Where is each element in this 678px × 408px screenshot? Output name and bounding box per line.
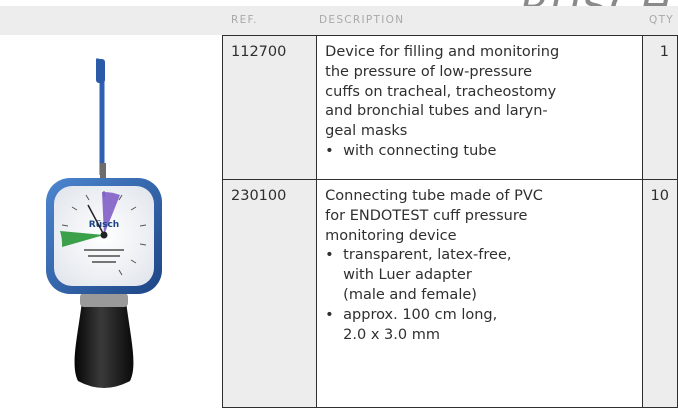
- header-qty: QTY: [649, 14, 674, 26]
- bullet-item: • approx. 100 cm long, 2.0 x 3.0 mm: [325, 306, 633, 346]
- bullet-item: • transparent, latex-free, with Luer ada…: [325, 246, 633, 305]
- description-line: geal masks: [325, 123, 408, 140]
- description-line: for ENDOTEST cuff pressure: [325, 207, 528, 224]
- bullet-dot-icon: •: [325, 306, 334, 323]
- table-row: 230100 Connecting tube made of PVC for E…: [221, 179, 678, 408]
- description-line: Connecting tube made of PVC: [325, 188, 543, 204]
- description-line: Device for filling and monitoring: [325, 44, 560, 60]
- description-cell: Device for filling and monitoring the pr…: [316, 35, 643, 180]
- bullet-dot-icon: •: [325, 247, 334, 264]
- bulb-handle: [74, 301, 134, 388]
- bullet-line: with Luer adapter: [343, 267, 472, 284]
- bullet-line: transparent, latex-free,: [343, 247, 512, 264]
- description-line: cuffs on tracheal, tracheostomy: [325, 83, 557, 100]
- bullet-line: with connecting tube: [343, 142, 497, 159]
- table-row: 112700 Device for filling and monitoring…: [221, 35, 678, 180]
- description-cell: Connecting tube made of PVC for ENDOTEST…: [316, 179, 643, 408]
- ref-cell: 112700: [221, 35, 318, 180]
- product-table: 112700 Device for filling and monitoring…: [221, 35, 678, 408]
- bullet-dot-icon: •: [325, 142, 334, 159]
- cuff-pressure-gauge-image: Rüsch: [46, 58, 162, 388]
- qty-cell: 10: [641, 179, 678, 408]
- product-image: Rüsch: [0, 35, 222, 392]
- header-description: DESCRIPTION: [319, 14, 405, 26]
- bullet-line: approx. 100 cm long,: [343, 306, 498, 323]
- ref-cell: 230100: [221, 179, 318, 408]
- description-line: the pressure of low-pressure: [325, 63, 533, 80]
- header-ref: REF.: [231, 14, 258, 26]
- qty-cell: 1: [641, 35, 678, 180]
- bullet-item: • with connecting tube: [325, 142, 633, 162]
- gauge-brand: Rüsch: [89, 220, 119, 230]
- description-line: and bronchial tubes and laryn-: [325, 103, 548, 120]
- description-line: monitoring device: [325, 227, 457, 244]
- bullet-line: 2.0 x 3.0 mm: [343, 326, 440, 343]
- bullet-line: (male and female): [343, 286, 477, 303]
- tube-connector: [96, 59, 105, 83]
